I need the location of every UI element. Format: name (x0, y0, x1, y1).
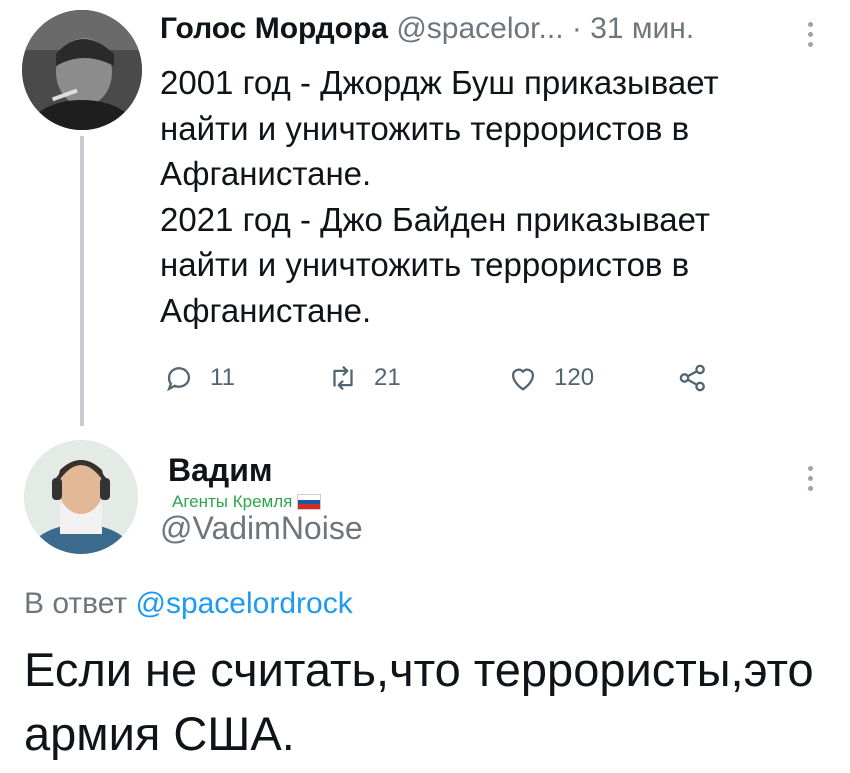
more-icon[interactable] (806, 22, 814, 47)
author-name[interactable]: Голос Мордора (160, 12, 388, 45)
reply-context: В ответ @spacelordrock (24, 587, 353, 621)
retweet-button[interactable]: 21 (326, 360, 401, 396)
avatar-golos-mordora[interactable] (22, 10, 142, 130)
author-handle[interactable]: @VadimNoise (160, 510, 363, 547)
retweet-icon (333, 365, 353, 391)
tweet1-header: Голос Мордора @spacelor... · 31 мин. (160, 12, 694, 46)
tweet2-text: Если не считать,что террористы,это армия… (24, 643, 814, 760)
thread-line (80, 136, 84, 426)
retweet-count: 21 (374, 364, 401, 391)
share-button[interactable] (676, 360, 710, 396)
more-icon[interactable] (806, 466, 814, 491)
reply-count: 11 (210, 364, 235, 391)
author-handle[interactable]: @spacelor... (396, 12, 563, 45)
label-text: Агенты Кремля (172, 492, 293, 511)
reply-prefix: В ответ (24, 587, 128, 620)
avatar-vadim[interactable] (24, 440, 138, 554)
tweet1-text: 2001 год - Джордж Буш приказывает найти … (160, 64, 719, 329)
russia-flag-icon (297, 494, 322, 510)
reply-icon (166, 367, 191, 392)
reply-handle-link[interactable]: @spacelordrock (135, 587, 352, 620)
like-button[interactable]: 120 (506, 360, 594, 396)
account-label: Агенты Кремля (172, 492, 322, 512)
like-count: 120 (554, 364, 595, 391)
like-icon (511, 368, 535, 391)
share-icon (679, 364, 705, 392)
reply-button[interactable]: 11 (162, 360, 235, 396)
author-name[interactable]: Вадим (168, 452, 273, 489)
tweet-time[interactable]: · 31 мин. (572, 12, 694, 45)
